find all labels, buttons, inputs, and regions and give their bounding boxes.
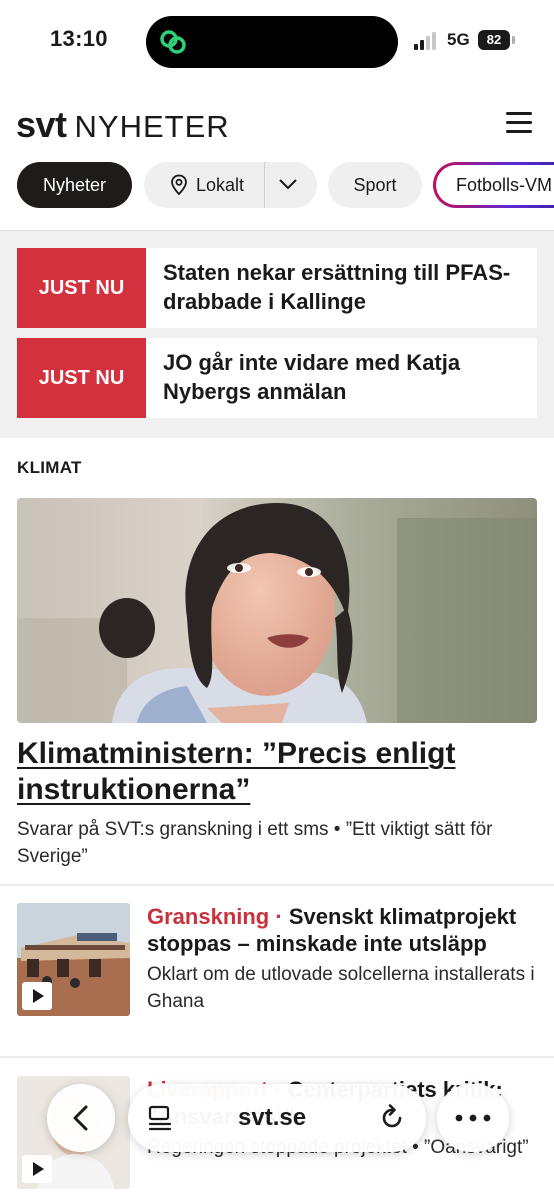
breaking-news-headline: JO går inte vidare med Katja Nybergs anm… — [163, 350, 461, 404]
kicker-separator: · — [269, 904, 289, 929]
hero-subtitle: Svarar på SVT:s granskning i ett sms • ”… — [17, 819, 493, 867]
status-time: 13:10 — [50, 26, 108, 51]
logo-section: NYHETER — [74, 109, 230, 144]
location-pin-icon — [171, 174, 187, 196]
article-kicker: Granskning — [147, 904, 270, 929]
hero-headline-link[interactable]: Klimatministern: ”Precis enligt instrukt… — [17, 736, 537, 808]
just-nu-badge: JUST NU — [17, 248, 146, 328]
tab-fotbolls-vm[interactable]: Fotbolls-VM — [433, 162, 554, 208]
section-label: KLIMAT — [17, 458, 82, 477]
network-type: 5G — [447, 30, 470, 49]
article-subtitle: Oklart om de utlovade solcellerna instal… — [147, 964, 535, 1012]
breaking-news-item[interactable]: JUST NU JO går inte vidare med Katja Nyb… — [17, 338, 537, 418]
site-header: svt NYHETER — [0, 100, 554, 150]
ellipsis-icon — [455, 1114, 491, 1122]
hamburger-menu-icon[interactable] — [502, 110, 538, 136]
tab-lokalt[interactable]: Lokalt — [144, 162, 317, 208]
page-menu-icon[interactable] — [148, 1105, 174, 1131]
just-nu-badge: JUST NU — [17, 338, 146, 418]
hero-image[interactable] — [17, 498, 537, 723]
chevron-left-icon — [73, 1105, 88, 1131]
divider — [264, 162, 265, 208]
signal-icon — [414, 32, 440, 50]
reload-icon[interactable] — [378, 1104, 406, 1132]
portrait-photo — [17, 498, 537, 723]
divider — [0, 1056, 554, 1058]
logo-brand: svt — [16, 104, 67, 145]
breaking-news-headline: Staten nekar ersättning till PFAS-drabba… — [163, 260, 511, 314]
article-headline: Granskning · Svenskt klimatprojekt stopp… — [147, 903, 539, 957]
breaking-news-item[interactable]: JUST NU Staten nekar ersättning till PFA… — [17, 248, 537, 328]
tab-lokalt-label: Lokalt — [196, 174, 245, 195]
tab-nyheter[interactable]: Nyheter — [17, 162, 132, 208]
link-rings-icon — [160, 30, 186, 54]
address-bar[interactable]: svt.se — [128, 1084, 426, 1152]
play-video-icon — [22, 1155, 52, 1183]
breaking-news-area: JUST NU Staten nekar ersättning till PFA… — [0, 230, 554, 438]
tab-sport[interactable]: Sport — [328, 162, 422, 208]
divider — [0, 884, 554, 886]
category-tabs: Nyheter Lokalt Sport Fotbolls-VM — [0, 162, 554, 208]
battery-icon: 82 — [478, 30, 515, 50]
article-thumbnail — [17, 903, 130, 1016]
url-text: svt.se — [238, 1104, 307, 1131]
dynamic-island — [146, 16, 398, 68]
more-options-button[interactable] — [437, 1084, 509, 1152]
play-video-icon — [22, 982, 52, 1010]
chevron-down-icon[interactable] — [278, 177, 298, 191]
back-button[interactable] — [47, 1084, 115, 1152]
status-bar: 13:10 5G 82 — [0, 0, 554, 84]
svt-nyheter-logo[interactable]: svt NYHETER — [16, 104, 230, 146]
